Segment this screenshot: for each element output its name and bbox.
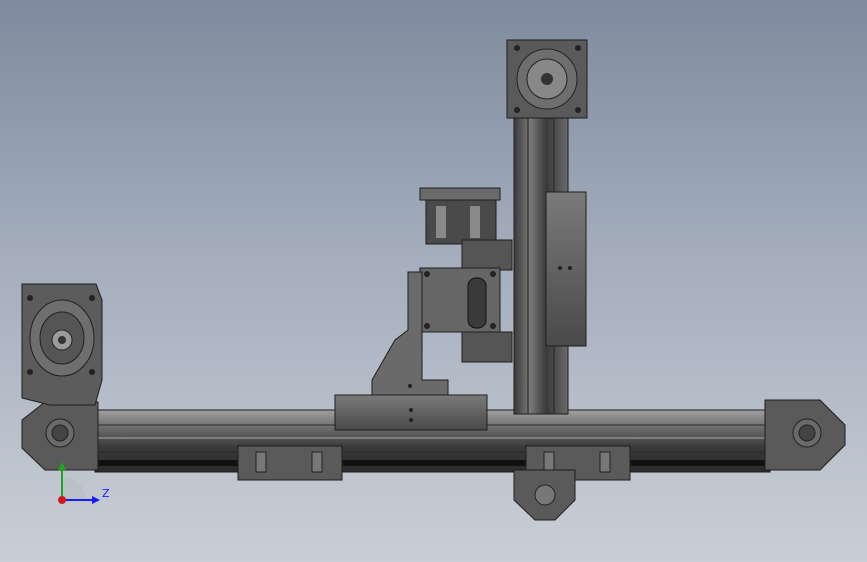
y-axis-arrow (58, 462, 66, 470)
z-axis-arrow (92, 496, 100, 504)
coordinate-triad: Z (58, 462, 110, 504)
z-axis-label: Z (102, 487, 110, 500)
cad-viewport[interactable]: Z (0, 0, 867, 562)
triad-origin (58, 496, 66, 504)
